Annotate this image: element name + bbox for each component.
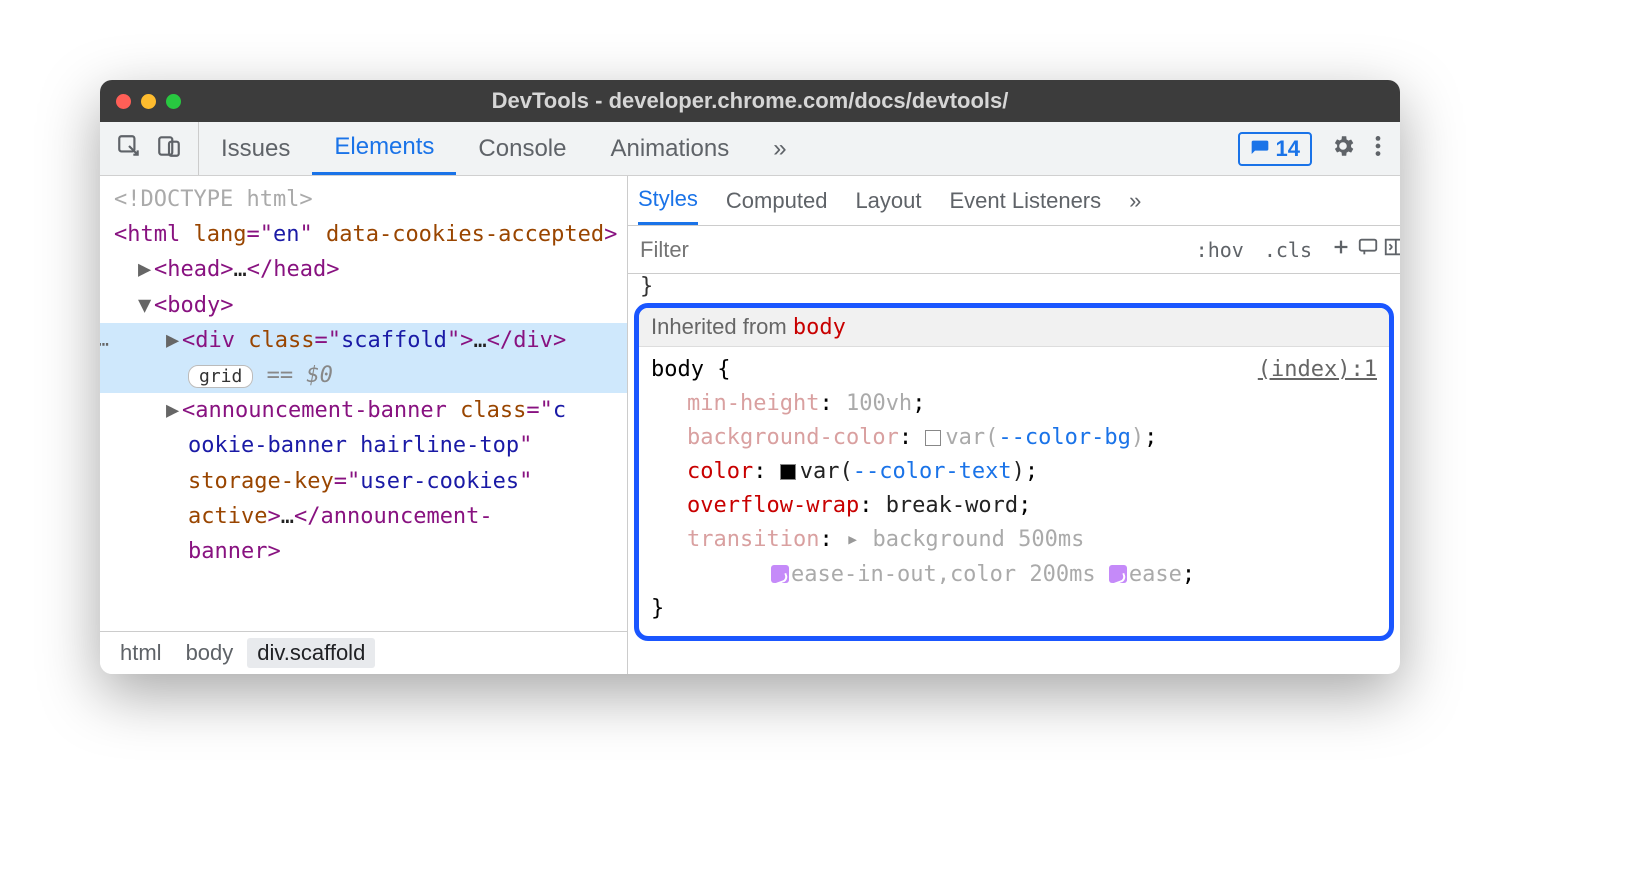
dom-body[interactable]: ▼<body> xyxy=(114,288,627,323)
hov-button[interactable]: :hov xyxy=(1186,238,1254,262)
dom-tree[interactable]: <!DOCTYPE html> <html lang="en" data-coo… xyxy=(100,176,627,631)
issues-badge[interactable]: 14 xyxy=(1238,132,1312,166)
devtools-window: DevTools - developer.chrome.com/docs/dev… xyxy=(100,80,1400,674)
decl-transition[interactable]: transition: ▸ background 500ms xyxy=(651,523,1377,557)
dom-doctype[interactable]: <!DOCTYPE html> xyxy=(114,182,627,217)
swatch-icon[interactable] xyxy=(925,430,941,446)
format-icon[interactable] xyxy=(1348,236,1374,263)
styles-panel: Styles Computed Layout Event Listeners »… xyxy=(628,176,1400,674)
plus-icon[interactable] xyxy=(1322,236,1348,263)
subtab-computed[interactable]: Computed xyxy=(726,176,828,225)
inspect-icon[interactable] xyxy=(116,133,142,164)
dom-panel: <!DOCTYPE html> <html lang="en" data-coo… xyxy=(100,176,628,674)
dom-head[interactable]: ▶<head>…</head> xyxy=(114,252,627,287)
dollar-zero: $0 xyxy=(306,363,333,388)
tab-elements[interactable]: Elements xyxy=(312,122,456,175)
tab-animations[interactable]: Animations xyxy=(588,122,751,175)
dom-html[interactable]: <html lang="en" data-cookies-accepted> xyxy=(114,217,627,252)
tabs-overflow[interactable]: » xyxy=(751,122,808,175)
more-icon[interactable] xyxy=(1374,133,1382,164)
grid-chip[interactable]: grid xyxy=(188,365,253,388)
dom-banner[interactable]: ▶<announcement-banner class="c xyxy=(114,393,627,428)
subtab-listeners[interactable]: Event Listeners xyxy=(950,176,1102,225)
crumb-scaffold[interactable]: div.scaffold xyxy=(247,638,375,668)
easing-icon[interactable] xyxy=(771,565,789,583)
subtab-styles[interactable]: Styles xyxy=(638,176,698,225)
swatch-icon[interactable] xyxy=(780,464,796,480)
decl-overflow-wrap[interactable]: overflow-wrap: break-word; xyxy=(651,489,1377,523)
window-title: DevTools - developer.chrome.com/docs/dev… xyxy=(100,88,1400,114)
rule-close: } xyxy=(651,592,1377,626)
titlebar: DevTools - developer.chrome.com/docs/dev… xyxy=(100,80,1400,122)
filter-input[interactable] xyxy=(628,237,1186,263)
inherited-header: Inherited from body xyxy=(639,308,1389,347)
decl-color[interactable]: color: var(--color-text); xyxy=(651,455,1377,489)
subtab-layout[interactable]: Layout xyxy=(855,176,921,225)
rule-source[interactable]: (index):1 xyxy=(1258,353,1377,387)
cls-button[interactable]: .cls xyxy=(1254,238,1322,262)
subtabs-overflow[interactable]: » xyxy=(1129,176,1141,225)
tab-issues[interactable]: Issues xyxy=(199,122,312,175)
badge-count: 14 xyxy=(1276,136,1300,162)
easing-icon[interactable] xyxy=(1109,565,1127,583)
device-icon[interactable] xyxy=(156,133,182,164)
tab-console[interactable]: Console xyxy=(456,122,588,175)
decl-background-color[interactable]: background-color: var(--color-bg); xyxy=(651,421,1377,455)
decl-min-height[interactable]: min-height: 100vh; xyxy=(651,387,1377,421)
crumb-html[interactable]: html xyxy=(110,638,172,668)
rule-selector[interactable]: body { xyxy=(651,353,730,387)
highlighted-rule: Inherited from body body { (index):1 min-… xyxy=(634,303,1394,641)
dom-selected-row[interactable]: ▶<div class="scaffold">…</div> grid == $… xyxy=(100,323,627,393)
gear-icon[interactable] xyxy=(1330,133,1356,164)
panel-icon[interactable] xyxy=(1374,236,1400,263)
crumb-body[interactable]: body xyxy=(176,638,244,668)
main-toolbar: Issues Elements Console Animations » 14 xyxy=(100,122,1400,176)
breadcrumb: html body div.scaffold xyxy=(100,631,627,674)
prev-rule-end: } xyxy=(628,274,1400,299)
